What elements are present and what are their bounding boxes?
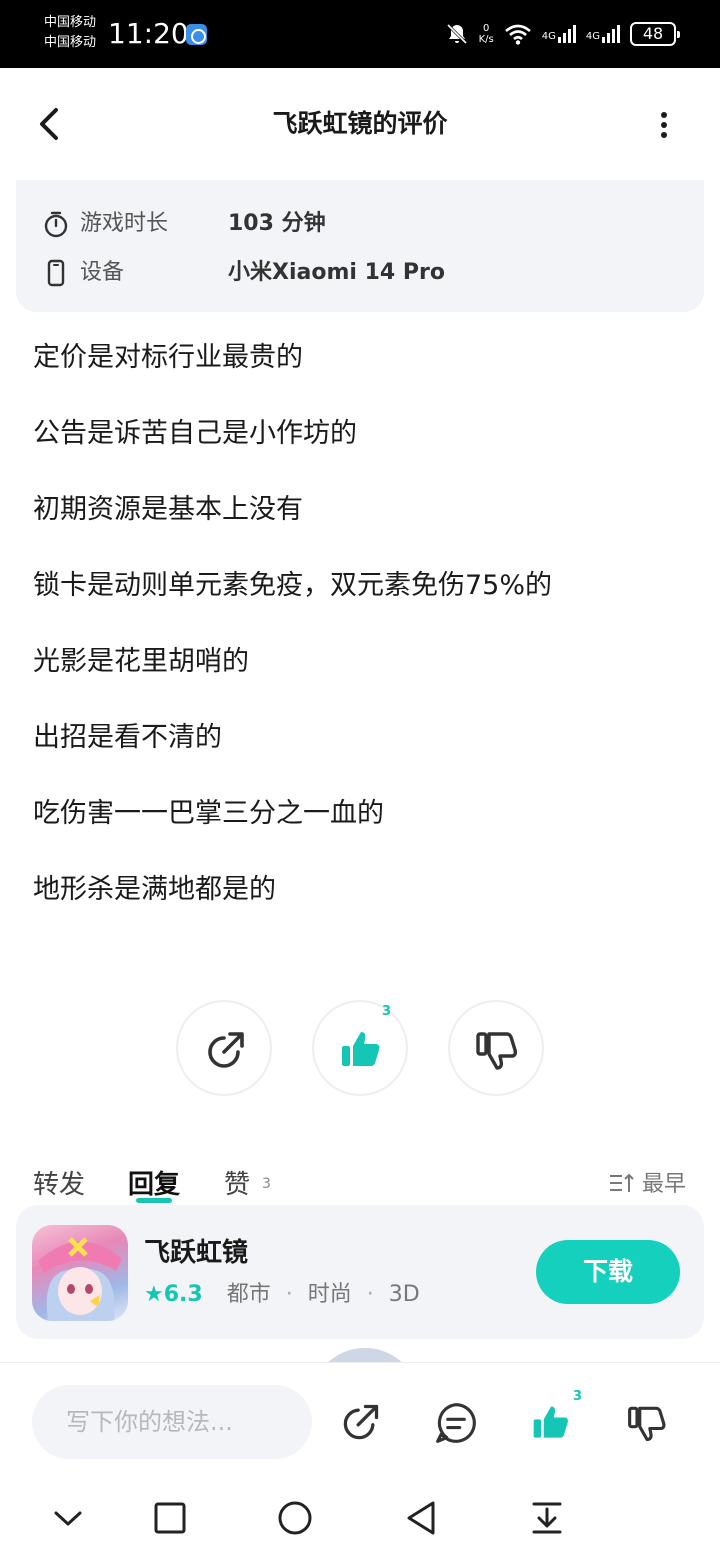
app-header: 飞跃虹镜的评价 (0, 68, 720, 180)
status-bar: 中国移动 中国移动 11:20 0 K/s 4G 4G 48 (0, 0, 720, 68)
app-notification-icon (186, 24, 207, 45)
review-line: 光影是花里胡哨的 (33, 646, 249, 677)
review-line: 初期资源是基本上没有 (33, 494, 303, 525)
tab-repost[interactable]: 转发 (33, 1165, 85, 1205)
chevron-down-icon[interactable] (50, 1500, 86, 1536)
tab-like-count: 3 (262, 1176, 271, 1192)
game-meta: ★6.3 都市 · 时尚 · 3D (144, 1279, 420, 1311)
home-circle-icon[interactable] (277, 1500, 313, 1536)
speed-unit: K/s (478, 34, 494, 45)
carrier-info: 中国移动 中国移动 (44, 13, 96, 53)
back-triangle-icon[interactable] (403, 1500, 439, 1536)
info-value: 小米Xiaomi 14 Pro (228, 260, 445, 285)
like-count-badge: 3 (382, 1004, 392, 1019)
game-artwork (38, 1237, 122, 1321)
star-icon: ★ (144, 1282, 164, 1307)
game-icon[interactable] (32, 1225, 128, 1321)
game-score: 6.3 (163, 1282, 203, 1307)
review-line: 地形杀是满地都是的 (33, 874, 276, 905)
active-tab-indicator (136, 1198, 172, 1203)
page-title: 飞跃虹镜的评价 (272, 109, 448, 138)
thumbs-down-icon[interactable] (626, 1401, 670, 1445)
review-content: 定价是对标行业最贵的 公告是诉苦自己是小作坊的 初期资源是基本上没有 锁卡是动则… (33, 338, 693, 946)
separator-dot: · (285, 1282, 293, 1307)
review-line: 出招是看不清的 (33, 722, 222, 753)
sort-icon (609, 1173, 634, 1192)
network-type-2: 4G (585, 31, 600, 42)
info-label: 游戏时长 (80, 211, 169, 236)
battery-indicator: 48 (630, 22, 680, 46)
carrier-1: 中国移动 (44, 15, 97, 30)
info-label: 设备 (80, 260, 125, 285)
timer-icon (44, 211, 68, 238)
review-line: 公告是诉苦自己是小作坊的 (33, 418, 357, 449)
signal-2: 4G (586, 25, 620, 43)
signal-1: 4G (542, 25, 576, 43)
separator-dot: · (366, 1282, 374, 1307)
network-type-1: 4G (541, 31, 556, 42)
sort-toggle[interactable]: 最早 (609, 1168, 686, 1202)
review-line: 锁卡是动则单元素免疫，双元素免伤75%的 (33, 570, 553, 601)
bell-off-icon (446, 23, 467, 45)
review-line: 吃伤害一一巴掌三分之一血的 (33, 798, 384, 829)
like-button[interactable]: 3 (312, 1000, 408, 1096)
wifi-icon (504, 24, 531, 45)
info-row-device: 设备 小米Xiaomi 14 Pro (16, 257, 704, 289)
comment-input[interactable] (32, 1385, 312, 1459)
bottom-action-bar: 3 (0, 1362, 720, 1472)
download-button[interactable]: 下载 (536, 1240, 680, 1304)
system-nav-bar (0, 1472, 720, 1560)
status-indicators: 0 K/s 4G 4G 48 (445, 18, 680, 50)
thumbs-up-icon (342, 1032, 380, 1066)
sort-label: 最早 (641, 1172, 686, 1197)
signal-bars-icon (602, 25, 620, 43)
more-options-icon[interactable] (652, 106, 676, 142)
like-count-badge: 3 (573, 1389, 583, 1404)
review-line: 定价是对标行业最贵的 (33, 342, 303, 373)
recents-square-icon[interactable] (152, 1500, 188, 1536)
status-time: 11:20 (108, 17, 189, 50)
carrier-2: 中国移动 (44, 35, 97, 50)
network-speed: 0 K/s (479, 23, 494, 45)
game-tag: 时尚 (307, 1282, 352, 1307)
share-icon[interactable] (338, 1401, 382, 1445)
dislike-button[interactable] (448, 1000, 544, 1096)
phone-icon (47, 259, 65, 287)
pull-down-icon[interactable] (529, 1500, 565, 1536)
share-icon (208, 1032, 244, 1068)
info-value: 103 分钟 (228, 211, 326, 236)
info-row-playtime: 游戏时长 103 分钟 (16, 208, 704, 240)
game-card[interactable]: 飞跃虹镜 ★6.3 都市 · 时尚 · 3D 下载 (16, 1205, 704, 1339)
speed-value: 0 (482, 23, 490, 34)
game-name: 飞跃虹镜 (144, 1238, 249, 1268)
game-tag: 3D (388, 1282, 420, 1307)
game-tag: 都市 (226, 1282, 271, 1307)
tab-like[interactable]: 赞 (224, 1165, 250, 1205)
thumbs-down-icon (476, 1032, 518, 1070)
share-button[interactable] (176, 1000, 272, 1096)
comment-icon[interactable] (434, 1401, 478, 1445)
thumbs-up-icon[interactable] (530, 1401, 574, 1445)
signal-bars-icon (557, 25, 576, 43)
